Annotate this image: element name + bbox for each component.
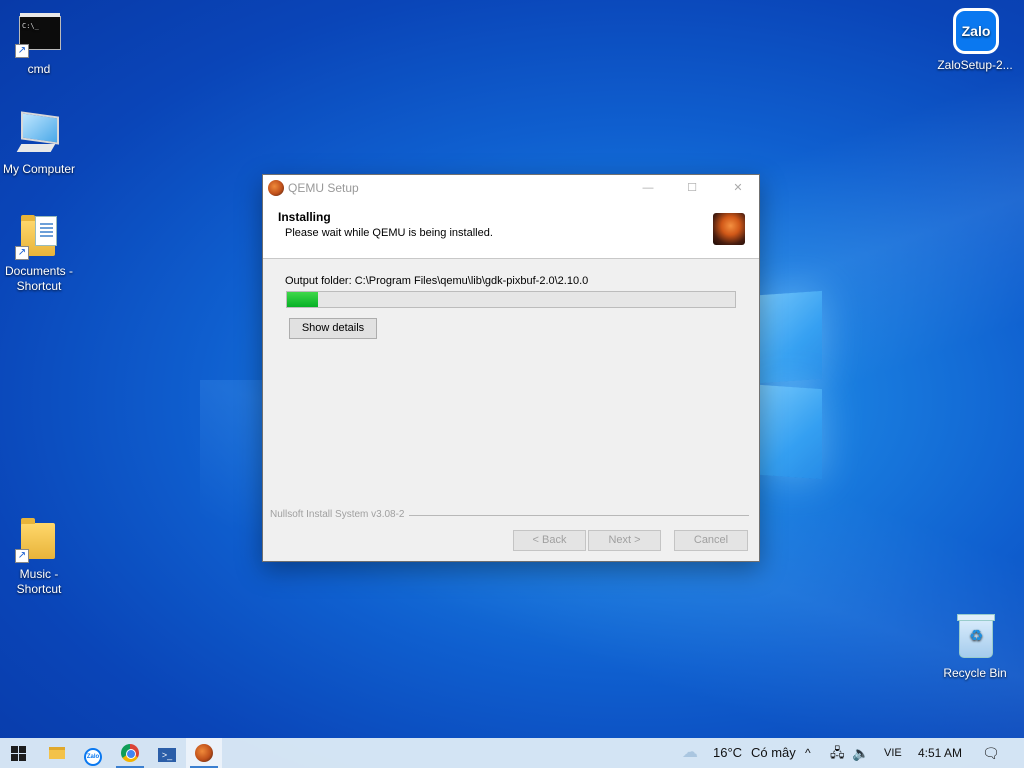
folder-icon	[49, 747, 65, 759]
notification-icon[interactable]: 🗨	[982, 738, 1000, 768]
clock[interactable]: 4:51 AM	[918, 738, 962, 768]
shortcut-arrow-icon: ↗	[15, 246, 29, 260]
taskbar-qemu-setup[interactable]	[186, 738, 222, 768]
desktop-icon-documents-shortcut[interactable]: ↗ Documents - Shortcut	[0, 212, 78, 294]
desktop-icon-label: ZaloSetup-2...	[937, 58, 1013, 72]
page-subtitle: Please wait while QEMU is being installe…	[285, 227, 493, 239]
network-icon[interactable]: 🖧	[830, 738, 845, 768]
desktop-icon-cmd[interactable]: C:\_ ↗ cmd	[0, 10, 78, 77]
output-folder-text: Output folder: C:\Program Files\qemu\lib…	[285, 275, 589, 287]
shortcut-arrow-icon: ↗	[15, 44, 29, 58]
back-button[interactable]: < Back	[513, 530, 586, 551]
progress-fill	[287, 292, 319, 307]
desktop-icon-zalo-setup[interactable]: Zalo ZaloSetup-2...	[936, 6, 1014, 73]
desktop-icon-label: My Computer	[2, 162, 76, 176]
zalo-icon: Zalo	[84, 748, 102, 766]
qemu-icon	[195, 744, 213, 762]
title-bar[interactable]: QEMU Setup — ☐ ✕	[263, 175, 759, 201]
volume-icon[interactable]: 🔈	[852, 738, 869, 768]
documents-folder-icon: ↗	[15, 212, 63, 260]
maximize-button[interactable]: ☐	[669, 175, 715, 201]
desktop-icon-recycle-bin[interactable]: ♻ Recycle Bin	[936, 614, 1014, 681]
cancel-button[interactable]: Cancel	[674, 530, 748, 551]
shortcut-arrow-icon: ↗	[15, 549, 29, 563]
chevron-up-icon[interactable]: ^	[805, 738, 811, 768]
recycle-bin-icon: ♻	[951, 614, 999, 662]
close-button[interactable]: ✕	[715, 175, 761, 201]
weather-cloud-icon[interactable]: ☁	[682, 738, 706, 768]
computer-icon	[15, 110, 63, 158]
taskbar-zalo[interactable]: Zalo	[75, 738, 111, 768]
start-button[interactable]	[0, 738, 36, 768]
weather-condition[interactable]: Có mây	[751, 738, 796, 768]
page-title: Installing	[278, 210, 331, 224]
desktop-icon-my-computer[interactable]: My Computer	[0, 110, 78, 177]
minimize-button[interactable]: —	[625, 175, 671, 201]
weather-temperature[interactable]: 16°C	[713, 738, 742, 768]
show-details-button[interactable]: Show details	[289, 318, 377, 339]
zalo-icon: Zalo	[951, 6, 999, 54]
desktop-icon-label: Documents - Shortcut	[4, 264, 74, 293]
installer-branding: Nullsoft Install System v3.08-2	[270, 509, 409, 520]
taskbar-file-explorer[interactable]	[39, 738, 75, 768]
qemu-icon	[268, 180, 284, 196]
qemu-logo-icon	[713, 213, 745, 245]
install-progress-bar	[286, 291, 736, 308]
taskbar-chrome[interactable]	[112, 738, 148, 768]
desktop-icon-music-shortcut[interactable]: ↗ Music - Shortcut	[0, 515, 78, 597]
desktop-icon-label: Music - Shortcut	[16, 567, 62, 596]
taskbar-powershell[interactable]: >_	[149, 738, 185, 768]
desktop-icon-label: cmd	[27, 62, 51, 76]
cmd-icon: C:\_ ↗	[15, 10, 63, 58]
music-folder-icon: ↗	[15, 515, 63, 563]
installer-body: Output folder: C:\Program Files\qemu\lib…	[263, 259, 759, 561]
qemu-setup-window[interactable]: QEMU Setup — ☐ ✕ Installing Please wait …	[262, 174, 760, 562]
desktop-icon-label: Recycle Bin	[943, 666, 1007, 680]
taskbar: Zalo >_ ☁ 16°C Có mây ^ 🖧 🔈 VIE 4:51 AM …	[0, 738, 1024, 768]
next-button[interactable]: Next >	[588, 530, 661, 551]
chrome-icon	[121, 744, 139, 762]
installer-header: Installing Please wait while QEMU is bei…	[263, 201, 759, 259]
input-language[interactable]: VIE	[884, 738, 902, 768]
powershell-icon: >_	[158, 748, 176, 762]
window-title: QEMU Setup	[288, 181, 359, 195]
